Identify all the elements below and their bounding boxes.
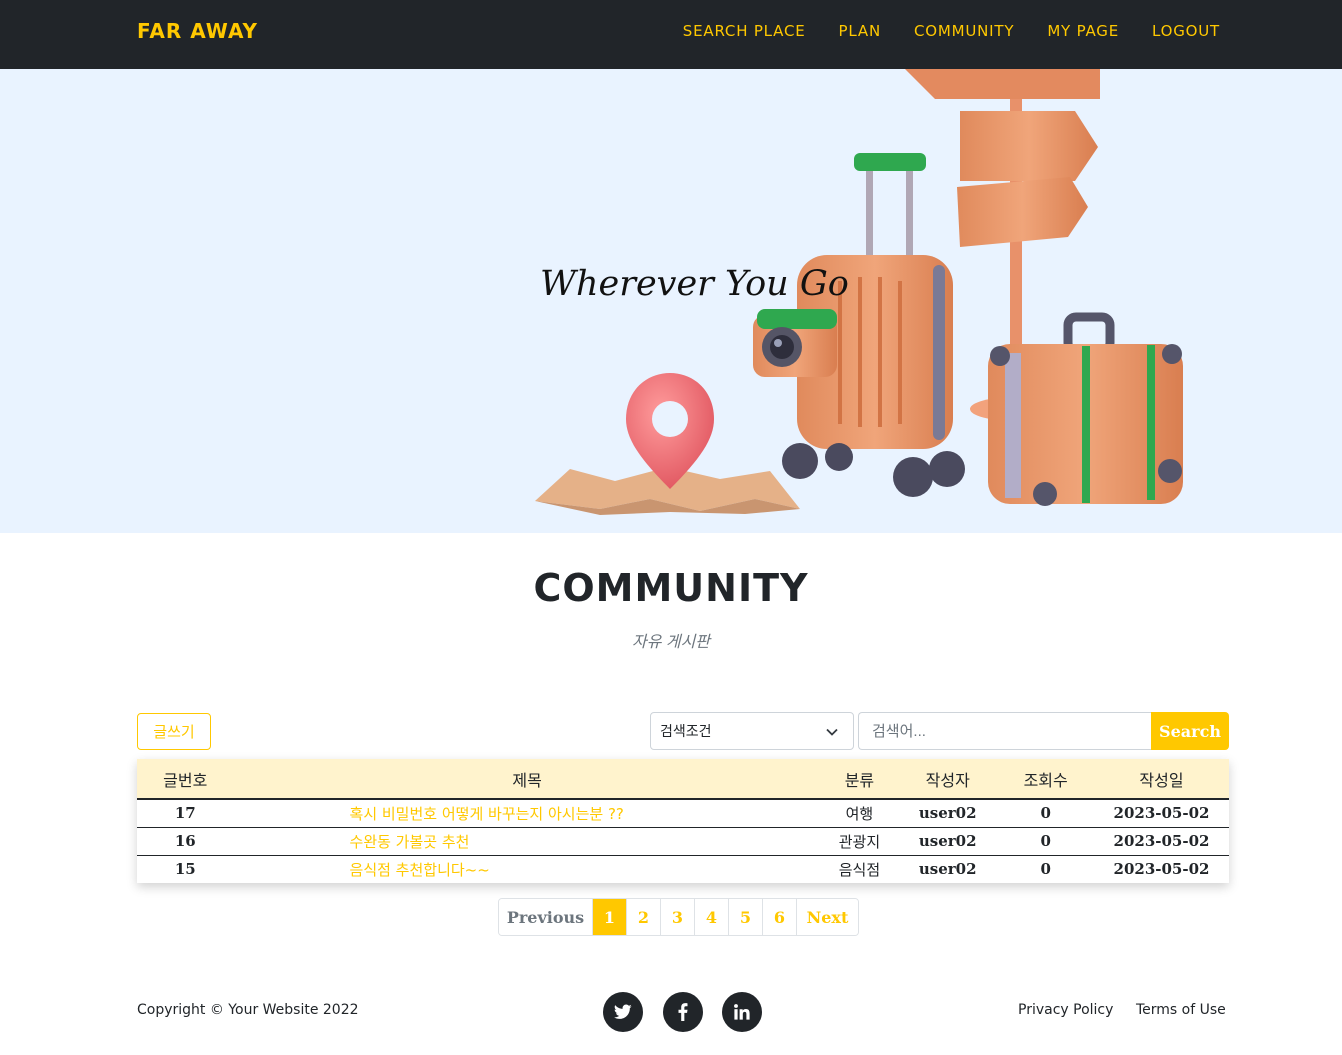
column-header-views: 조회수 bbox=[997, 759, 1094, 800]
hero-banner: Wherever You Go bbox=[0, 69, 1342, 533]
column-header-no: 글번호 bbox=[137, 759, 234, 800]
table-row: 17 혹시 비밀번호 어떻게 바꾸는지 아시는분 ?? 여행 user02 0 … bbox=[137, 799, 1229, 827]
post-category: 여행 bbox=[845, 804, 874, 823]
table-row: 16 수완동 가볼곳 추천 관광지 user02 0 2023-05-02 bbox=[137, 826, 1229, 855]
board-table: 글번호 제목 분류 작성자 조회수 작성일 17 혹시 비밀번호 어떻게 바꾸는… bbox=[137, 759, 1229, 883]
column-header-author: 작성자 bbox=[898, 759, 998, 800]
post-date: 2023-05-02 bbox=[1093, 826, 1229, 855]
post-category: 음식점 bbox=[820, 854, 899, 883]
pagination-page-1[interactable]: 1 bbox=[592, 899, 626, 935]
post-number: 16 bbox=[137, 826, 234, 855]
pagination-previous[interactable]: Previous bbox=[499, 899, 592, 935]
post-author: user02 bbox=[898, 854, 998, 883]
column-header-date: 작성일 bbox=[1093, 759, 1229, 800]
post-number: 15 bbox=[137, 854, 234, 883]
nav-link-search-place[interactable]: SEARCH PLACE bbox=[683, 22, 806, 40]
pagination: Previous 1 2 3 4 5 6 Next bbox=[498, 898, 859, 936]
page-subtitle: 자유 게시판 bbox=[631, 634, 711, 651]
page-title: COMMUNITY bbox=[533, 566, 809, 610]
column-header-title: 제목 bbox=[233, 759, 821, 800]
pagination-next[interactable]: Next bbox=[796, 899, 858, 935]
write-post-button[interactable]: 글쓰기 bbox=[137, 713, 211, 750]
post-date: 2023-05-02 bbox=[1113, 804, 1210, 823]
post-author: user02 bbox=[898, 826, 998, 855]
board-table-container: 글번호 제목 분류 작성자 조회수 작성일 17 혹시 비밀번호 어떻게 바꾸는… bbox=[137, 759, 1229, 883]
linkedin-button[interactable] bbox=[722, 992, 762, 1032]
post-category: 관광지 bbox=[820, 826, 899, 855]
search-button[interactable]: Search bbox=[1151, 712, 1229, 750]
search-condition-value: 검색조건 bbox=[660, 723, 712, 739]
navbar: FAR AWAY SEARCH PLACE PLAN COMMUNITY MY … bbox=[0, 0, 1342, 69]
post-views: 0 bbox=[997, 854, 1094, 883]
post-title-link[interactable]: 수완동 가볼곳 추천 bbox=[233, 826, 821, 855]
post-title-link[interactable]: 음식점 추천합니다~~ bbox=[233, 854, 821, 883]
table-row: 15 음식점 추천합니다~~ 음식점 user02 0 2023-05-02 bbox=[137, 854, 1229, 883]
post-number: 17 bbox=[174, 804, 196, 823]
twitter-button[interactable] bbox=[603, 992, 643, 1032]
post-date: 2023-05-02 bbox=[1093, 854, 1229, 883]
twitter-icon bbox=[614, 1004, 632, 1019]
privacy-policy-link[interactable]: Privacy Policy bbox=[1018, 1002, 1113, 1018]
post-views: 0 bbox=[1040, 804, 1051, 823]
pagination-page-5[interactable]: 5 bbox=[728, 899, 762, 935]
search-input[interactable] bbox=[858, 712, 1152, 750]
pagination-page-2[interactable]: 2 bbox=[626, 899, 660, 935]
pagination-page-6[interactable]: 6 bbox=[762, 899, 796, 935]
linkedin-icon bbox=[734, 1004, 750, 1020]
post-author: user02 bbox=[918, 804, 977, 823]
facebook-button[interactable] bbox=[663, 992, 703, 1032]
nav-links: SEARCH PLACE PLAN COMMUNITY MY PAGE LOGO… bbox=[683, 22, 1220, 40]
pagination-page-4[interactable]: 4 bbox=[694, 899, 728, 935]
hero-title: Wherever You Go bbox=[540, 264, 849, 304]
pagination-page-3[interactable]: 3 bbox=[660, 899, 694, 935]
column-header-category: 분류 bbox=[820, 759, 899, 800]
post-views: 0 bbox=[997, 826, 1094, 855]
nav-link-community[interactable]: COMMUNITY bbox=[914, 22, 1014, 40]
copyright-text: Copyright © Your Website 2022 bbox=[137, 1002, 359, 1018]
terms-of-use-link[interactable]: Terms of Use bbox=[1136, 1002, 1226, 1018]
facebook-icon bbox=[678, 1003, 688, 1021]
nav-link-plan[interactable]: PLAN bbox=[839, 22, 881, 40]
table-header-row: 글번호 제목 분류 작성자 조회수 작성일 bbox=[137, 759, 1229, 800]
nav-link-logout[interactable]: LOGOUT bbox=[1152, 22, 1220, 40]
brand-logo[interactable]: FAR AWAY bbox=[137, 19, 258, 43]
nav-link-my-page[interactable]: MY PAGE bbox=[1047, 22, 1119, 40]
chevron-down-icon bbox=[826, 728, 838, 736]
post-title-link[interactable]: 혹시 비밀번호 어떻게 바꾸는지 아시는분 ?? bbox=[234, 799, 821, 827]
search-condition-select[interactable]: 검색조건 bbox=[650, 712, 854, 750]
